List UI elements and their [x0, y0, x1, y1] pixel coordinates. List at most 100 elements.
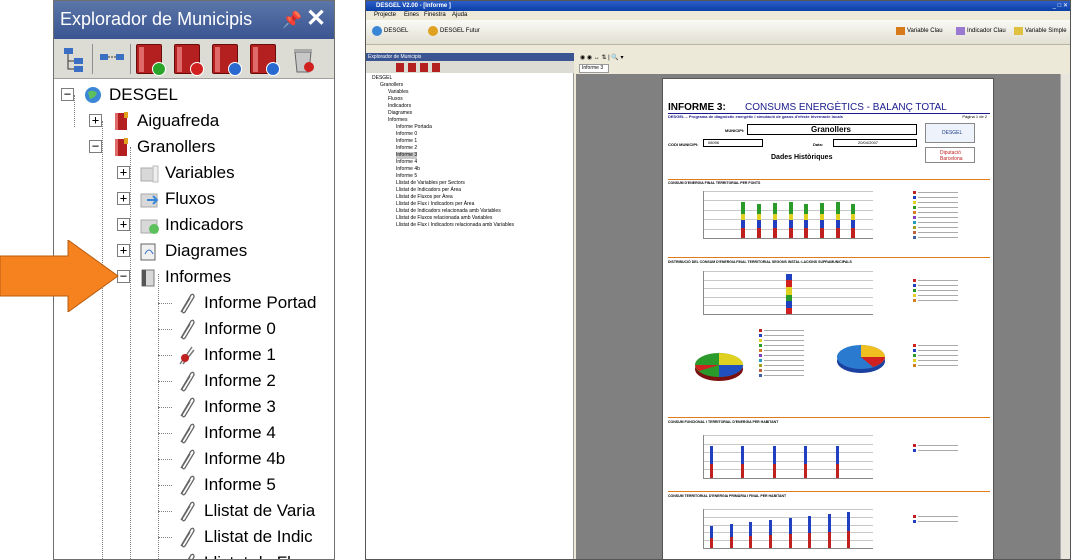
desgel-futur-button[interactable]: DESGEL Futur — [440, 28, 480, 34]
book-edit-icon[interactable] — [212, 44, 242, 76]
book-import-icon[interactable] — [250, 44, 280, 76]
close-icon[interactable]: ✕ — [306, 5, 326, 33]
book-add-icon[interactable] — [396, 63, 404, 72]
book-delete-icon[interactable] — [408, 63, 416, 72]
menu-ajuda[interactable]: Ajuda — [452, 11, 467, 20]
expand-toggle[interactable]: + — [89, 114, 102, 127]
municipi-label: MUNICIPI: — [725, 128, 745, 133]
tree-item-desgel[interactable]: − DESGEL — [61, 83, 321, 109]
tree-item-report[interactable]: Informe 1 — [158, 343, 334, 369]
vertical-scrollbar[interactable] — [1060, 74, 1070, 559]
tree-item-aiguafreda[interactable]: + Aiguafreda — [89, 109, 319, 135]
variable-clau-button[interactable]: Variable Clau — [907, 28, 943, 34]
app-tree-item[interactable]: Informe 4b — [396, 166, 420, 173]
app-tree-item[interactable]: Informe 2 — [396, 145, 417, 152]
grid-line — [704, 435, 873, 436]
book-add-icon[interactable] — [136, 44, 166, 76]
book-edit-icon[interactable] — [420, 63, 428, 72]
pin-icon[interactable]: 📌 — [282, 10, 302, 30]
app-tree-item[interactable]: Llistat de Variables per Sectors — [396, 180, 465, 187]
tree-item-report[interactable]: Informe 4 — [158, 421, 334, 447]
app-tree-item[interactable]: Llistat de Flux i Indicadors relacionada… — [396, 222, 514, 229]
tree-item-indicadors[interactable]: + Indicadors — [117, 213, 327, 239]
legend-swatch — [913, 226, 916, 229]
tree-item-granollers[interactable]: − Granollers — [89, 135, 319, 161]
collapse-toggle[interactable]: − — [61, 88, 74, 101]
tree-item-label: Informe 0 — [204, 319, 276, 338]
app-tree-item[interactable]: Llistat de Fluxos relacionada amb Variab… — [396, 215, 492, 222]
app-tree-item[interactable]: Informes — [388, 117, 407, 124]
tree-icon[interactable] — [62, 44, 86, 74]
chart-bar — [835, 446, 839, 464]
tree-item-report[interactable]: Informe 4b — [158, 447, 334, 473]
chart-bar — [710, 526, 713, 538]
window-controls[interactable]: _ □ ✕ — [1053, 2, 1068, 9]
app-tree-item[interactable]: Indicadors — [388, 103, 411, 110]
tree-item-report[interactable]: Informe 2 — [158, 369, 334, 395]
tree-item-fluxos[interactable]: + Fluxos — [117, 187, 327, 213]
tree-item-label: Informe 4b — [204, 449, 286, 468]
menu-finestra[interactable]: Finestra — [424, 11, 446, 20]
diputacio-logo: Diputació Barcelona — [925, 147, 975, 163]
variable-simple-button[interactable]: Variable Simple — [1025, 28, 1067, 34]
chart-bar — [741, 202, 746, 214]
app-tree-item[interactable]: Informe 4 — [396, 159, 417, 166]
tree-item-report[interactable]: Informe 3 — [158, 395, 334, 421]
collapse-toggle[interactable]: − — [89, 140, 102, 153]
tree-connector — [158, 511, 172, 512]
menu-projecte[interactable]: Projecte — [374, 11, 396, 20]
app-tree-item[interactable]: Diagrames — [388, 110, 412, 117]
expand-toggle[interactable]: + — [117, 166, 130, 179]
tab-informe-3[interactable]: Informe 3 — [579, 64, 609, 73]
chart-bar — [772, 203, 777, 214]
tree-item-report[interactable]: Informe Portad — [158, 291, 334, 317]
chart-bar — [772, 214, 777, 220]
app-tree-item[interactable]: Informe 0 — [396, 131, 417, 138]
app-tree-item[interactable]: Informe 3 — [396, 152, 418, 159]
chart-bar — [757, 220, 762, 228]
tree-connector — [158, 355, 172, 356]
chart-bar — [851, 228, 856, 238]
desgel-icon — [372, 26, 382, 36]
chart-bar — [772, 228, 777, 238]
chart-bar — [788, 518, 792, 534]
tree-item-report[interactable]: Llistat de Indic — [158, 525, 334, 551]
tree-item-informes[interactable]: − Informes — [117, 265, 327, 291]
chart-bar — [835, 214, 840, 220]
tree-item-diagrames[interactable]: + Diagrames — [117, 239, 327, 265]
app-tree-item[interactable]: Llistat de Indicadors relacionada amb Va… — [396, 208, 501, 215]
tree-item-report[interactable]: Llistat de Varia — [158, 499, 334, 525]
indicador-clau-icon — [956, 27, 965, 35]
app-tree-item[interactable]: Llistat de Indicadors per Àrea — [396, 187, 461, 194]
app-tree-item[interactable]: Informe 5 — [396, 173, 417, 180]
legend-text-placeholder — [918, 355, 958, 356]
app-tree-item[interactable]: Informe 1 — [396, 138, 417, 145]
app-tree-item[interactable]: DESGEL — [372, 75, 392, 82]
app-tree-item[interactable]: Granollers — [380, 82, 403, 89]
tree-item-report[interactable]: Llistat de Fluxo — [158, 551, 334, 559]
link-icon[interactable] — [98, 44, 126, 74]
legend-text-placeholder — [918, 217, 958, 218]
menu-eines[interactable]: Eines — [404, 11, 419, 20]
book-delete-icon[interactable] — [174, 44, 204, 76]
zoom-icon[interactable]: ◉ ◉ ↔ ⇅ | 🔍 ▾ — [580, 54, 624, 61]
indicador-clau-button[interactable]: Indicador Clau — [967, 28, 1006, 34]
trash-icon[interactable] — [290, 44, 316, 74]
chart-bar — [835, 464, 839, 478]
desgel-button[interactable]: DESGEL — [384, 28, 408, 34]
tree-item-report[interactable]: Informe 5 — [158, 473, 334, 499]
chart-bar — [847, 512, 851, 531]
app-tree-item[interactable]: Llistat de Flux i Indicadors per Àrea — [396, 201, 474, 208]
app-tree-item[interactable]: Variables — [388, 89, 408, 96]
app-tree-item[interactable]: Fluxos — [388, 96, 403, 103]
chart-bar — [741, 464, 745, 478]
tree-item-report[interactable]: Informe 0 — [158, 317, 334, 343]
app-tree-item[interactable]: Informe Portada — [396, 124, 432, 131]
app-tree-item[interactable]: Llistat de Fluxos per Àrea — [396, 194, 453, 201]
expand-toggle[interactable]: + — [117, 218, 130, 231]
expand-toggle[interactable]: + — [117, 192, 130, 205]
tree-item-variables[interactable]: + Variables — [117, 161, 327, 187]
book-import-icon[interactable] — [432, 63, 440, 72]
chart-bar — [851, 214, 856, 220]
tree-item-label: Informe 5 — [204, 475, 276, 494]
